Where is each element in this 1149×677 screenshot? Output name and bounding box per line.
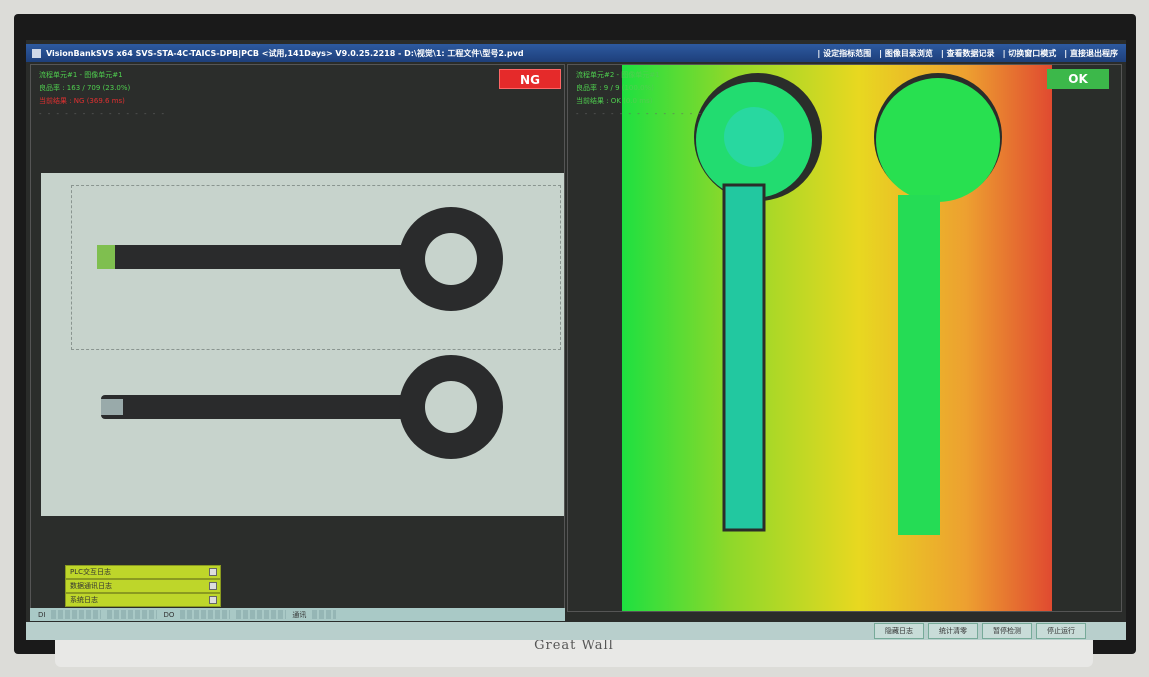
result-label: 当前结果 : NG (369.6 ms) <box>39 97 125 105</box>
di-label: DI <box>38 610 46 619</box>
do-indicators <box>236 610 287 619</box>
io-status-bar: DI DO 通讯 <box>30 608 565 621</box>
unit-label: 流程单元#1 - 图像单元#1 <box>39 71 123 79</box>
yield-label: 良品率 : 9 / 9 (100.0%) <box>576 84 654 92</box>
log-plc[interactable]: PLC交互日志 <box>65 565 221 579</box>
log-panels: PLC交互日志 数据通讯日志 系统日志 <box>65 565 221 607</box>
inspection-panel-1: 流程单元#1 - 图像单元#1 良品率 : 163 / 709 (23.0%) … <box>30 64 565 612</box>
camera-image-1[interactable] <box>41 173 564 516</box>
expand-icon[interactable] <box>209 582 217 590</box>
log-label: 数据通讯日志 <box>70 582 112 590</box>
menu-view-records[interactable]: 查看数据记录 <box>941 48 995 59</box>
monitor-brand: Great Wall <box>534 638 614 653</box>
menu-switch-window[interactable]: 切换窗口模式 <box>1003 48 1056 59</box>
log-label: 系统日志 <box>70 596 98 604</box>
do-label: DO <box>163 610 175 619</box>
inspection-panel-2: 流程单元#2 - 图像单元#1 良品率 : 9 / 9 (100.0%) 当前结… <box>567 64 1122 612</box>
hide-log-button[interactable]: 隐藏日志 <box>874 623 924 639</box>
top-menu: 设定指标范围 图像目录浏览 查看数据记录 切换窗口模式 直接退出程序 <box>817 48 1126 59</box>
di-indicators <box>51 610 102 619</box>
yield-label: 良品率 : 163 / 709 (23.0%) <box>39 84 131 92</box>
divider: - - - - - - - - - - - - - - - <box>576 110 704 118</box>
reset-stats-button[interactable]: 统计清零 <box>928 623 978 639</box>
stop-run-button[interactable]: 停止运行 <box>1036 623 1086 639</box>
log-system[interactable]: 系统日志 <box>65 593 221 607</box>
action-bar: 隐藏日志 统计清零 暂停检测 停止运行 <box>26 622 1126 640</box>
ok-badge: OK <box>1047 69 1109 89</box>
comm-label: 通讯 <box>292 610 307 619</box>
divider: - - - - - - - - - - - - - - - <box>39 110 167 118</box>
di-indicators <box>107 610 158 619</box>
do-indicators <box>180 610 231 619</box>
log-data-comm[interactable]: 数据通讯日志 <box>65 579 221 593</box>
part-heightmap <box>694 73 1002 535</box>
comm-indicators <box>312 610 337 619</box>
panel2-info: 流程单元#2 - 图像单元#1 良品率 : 9 / 9 (100.0%) 当前结… <box>576 69 703 121</box>
ng-badge: NG <box>499 69 561 89</box>
expand-icon[interactable] <box>209 568 217 576</box>
fpc-parts-image <box>97 207 503 459</box>
app-logo-icon <box>32 48 41 58</box>
expand-icon[interactable] <box>209 596 217 604</box>
menu-set-range[interactable]: 设定指标范围 <box>817 48 871 59</box>
unit-label: 流程单元#2 - 图像单元#1 <box>576 71 660 79</box>
log-label: PLC交互日志 <box>70 568 112 576</box>
app-window: VisionBankSVS x64 SVS-STA-4C-TAICS-DPB|P… <box>26 40 1126 640</box>
menu-browse-images[interactable]: 图像目录浏览 <box>879 48 933 59</box>
panel1-info: 流程单元#1 - 图像单元#1 良品率 : 163 / 709 (23.0%) … <box>39 69 166 121</box>
window-title: VisionBankSVS x64 SVS-STA-4C-TAICS-DPB|P… <box>46 48 524 58</box>
result-label: 当前结果 : OK (0.0 ms) <box>576 97 653 105</box>
menu-exit[interactable]: 直接退出程序 <box>1064 48 1118 59</box>
title-bar: VisionBankSVS x64 SVS-STA-4C-TAICS-DPB|P… <box>26 44 1126 62</box>
pause-detection-button[interactable]: 暂停检测 <box>982 623 1032 639</box>
